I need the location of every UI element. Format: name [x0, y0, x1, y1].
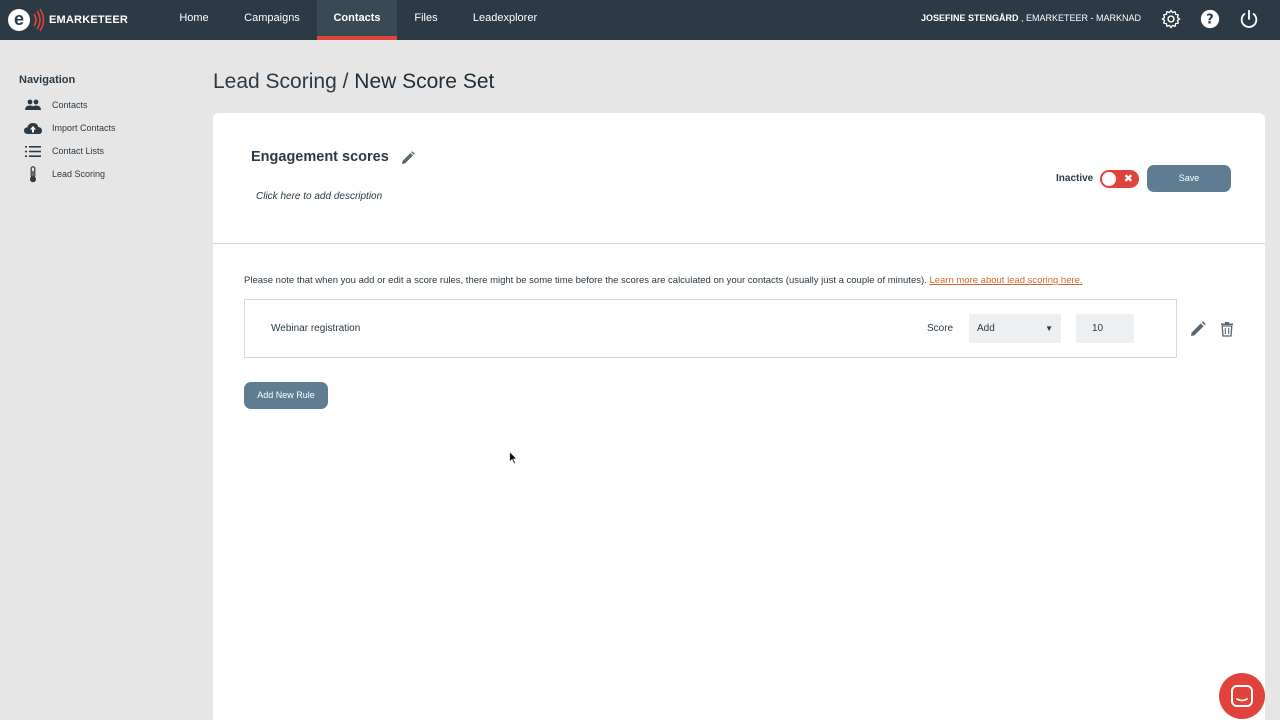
breadcrumb-current: New Score Set: [354, 70, 495, 93]
page-title: Lead Scoring / New Score Set: [213, 70, 494, 94]
sidebar-item-label: Import Contacts: [52, 123, 116, 133]
scoring-note: Please note that when you add or edit a …: [244, 275, 1083, 286]
emarketeer-logo[interactable]: e EMARKETEER: [8, 5, 128, 35]
chat-launcher-button[interactable]: [1219, 673, 1265, 719]
sidebar-item-import-contacts[interactable]: Import Contacts: [24, 119, 116, 137]
status-label: Inactive: [1056, 173, 1094, 184]
sidebar-item-label: Lead Scoring: [52, 169, 106, 179]
user-account-label[interactable]: JOSEFINE STENGÅRD , EMARKETEER - MARKNAD: [921, 0, 1141, 36]
trash-icon[interactable]: [1219, 321, 1235, 337]
breadcrumb-lead-scoring[interactable]: Lead Scoring: [213, 70, 337, 93]
score-rule-row: Webinar registration Score Add ▼: [244, 299, 1177, 358]
gear-icon[interactable]: [1160, 8, 1182, 30]
close-icon: ✖: [1123, 173, 1133, 185]
nav-tab-home[interactable]: Home: [164, 0, 224, 40]
scoring-note-text: Please note that when you add or edit a …: [244, 275, 930, 286]
people-icon: [24, 97, 42, 113]
breadcrumb-separator: /: [336, 70, 355, 93]
top-navigation-bar: e EMARKETEER Home Campaigns Contacts Fil…: [0, 0, 1280, 40]
user-name: JOSEFINE STENGÅRD: [920, 13, 1019, 23]
pencil-icon[interactable]: [401, 151, 415, 165]
score-operation-value: Add: [977, 323, 995, 334]
description-placeholder[interactable]: Click here to add description: [256, 191, 382, 202]
sidebar-title: Navigation: [19, 74, 76, 86]
sidebar-item-lead-scoring[interactable]: Lead Scoring: [24, 165, 105, 183]
toggle-knob: [1102, 172, 1116, 186]
divider: [213, 243, 1265, 244]
logo-waves-icon: [33, 8, 45, 32]
pencil-icon[interactable]: [1190, 321, 1206, 337]
svg-text:?: ?: [1206, 13, 1213, 28]
sidebar-item-contacts[interactable]: Contacts: [24, 96, 88, 114]
cloud-upload-icon: [24, 120, 42, 136]
add-new-rule-button[interactable]: Add New Rule: [244, 382, 328, 409]
sidebar-item-contact-lists[interactable]: Contact Lists: [24, 142, 104, 160]
nav-tab-campaigns[interactable]: Campaigns: [232, 0, 312, 40]
power-icon[interactable]: [1238, 8, 1260, 30]
logo-mark: e: [8, 9, 30, 31]
learn-more-link[interactable]: Learn more about lead scoring here.: [929, 275, 1082, 286]
mouse-cursor-icon: [509, 451, 518, 465]
save-button[interactable]: Save: [1147, 165, 1231, 192]
user-organization: , EMARKETEER - MARKNAD: [1018, 13, 1141, 23]
sidebar-item-label: Contacts: [52, 100, 88, 110]
nav-tab-files[interactable]: Files: [402, 0, 450, 40]
rule-name: Webinar registration: [271, 323, 361, 334]
score-value-input[interactable]: [1076, 314, 1134, 343]
help-icon[interactable]: ?: [1199, 8, 1221, 30]
nav-tab-contacts[interactable]: Contacts: [317, 0, 397, 40]
score-operation-select[interactable]: Add ▼: [969, 314, 1061, 343]
sidebar-item-label: Contact Lists: [52, 146, 105, 156]
chat-icon: [1231, 685, 1253, 707]
score-set-name: Engagement scores: [251, 149, 389, 165]
active-toggle[interactable]: ✖: [1100, 170, 1139, 188]
logo-text: EMARKETEER: [49, 14, 129, 26]
score-set-card: Engagement scores Click here to add desc…: [213, 113, 1265, 720]
thermometer-icon: [24, 165, 42, 182]
caret-down-icon: ▼: [1045, 324, 1053, 333]
nav-tab-leadexplorer[interactable]: Leadexplorer: [463, 0, 547, 40]
score-label: Score: [927, 323, 954, 334]
list-icon: [24, 143, 42, 159]
